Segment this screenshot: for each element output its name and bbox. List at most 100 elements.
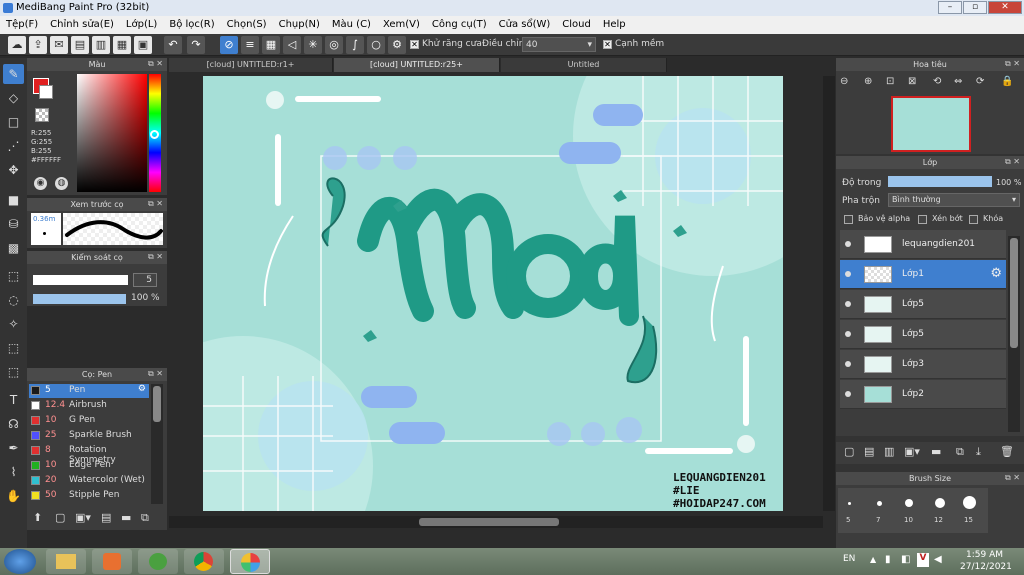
clock-date[interactable]: 27/12/2021 <box>960 562 1012 572</box>
eyedropper-icon[interactable]: ✒ <box>3 438 24 458</box>
eye-icon[interactable] <box>845 241 851 247</box>
menu-view[interactable]: Xem(V) <box>377 16 426 30</box>
flip-icon[interactable]: ⇔ <box>954 76 962 87</box>
chrome-task[interactable] <box>184 549 224 574</box>
vanish-snap-icon[interactable]: ◁ <box>283 36 301 54</box>
lock-checkbox[interactable] <box>969 215 978 224</box>
curve-snap-icon[interactable]: ∫ <box>346 36 364 54</box>
layout-icon[interactable]: ▣ <box>134 36 152 54</box>
start-button[interactable] <box>4 549 36 574</box>
eye-icon[interactable] <box>845 361 851 367</box>
tray-volume-icon[interactable]: ◀ <box>934 554 942 565</box>
drawing-canvas[interactable]: LEQUANGDIEN201 #LIE #HOIDAP247.COM <box>203 76 783 511</box>
tab-cloud-r25[interactable]: [cloud] UNTITLED:r25+ <box>334 58 500 72</box>
antialias-checkbox[interactable]: ✕ <box>410 40 419 49</box>
close-button[interactable]: ✕ <box>988 1 1022 14</box>
brush-item-pen[interactable]: 5 Pen ⚙ <box>29 384 149 398</box>
rotate-left-icon[interactable]: ⟲ <box>933 76 941 87</box>
menu-window[interactable]: Cửa sổ(W) <box>493 16 557 30</box>
brush-item-edge[interactable]: 10 Edge Pen <box>29 459 149 473</box>
palette-icon[interactable]: ◉ <box>34 177 47 190</box>
brush-item-sparkle[interactable]: 25 Sparkle Brush <box>29 429 149 443</box>
brush-copy-icon[interactable]: ▤ <box>101 511 111 524</box>
actual-size-icon[interactable]: ⊠ <box>908 76 916 87</box>
background-color[interactable] <box>39 85 53 99</box>
adjust-select[interactable]: 40 ▾ <box>522 37 596 52</box>
color-wheel-icon[interactable]: ◍ <box>55 177 68 190</box>
maximize-button[interactable]: ▫ <box>963 1 987 14</box>
trash-icon[interactable]: 🗑 <box>1000 445 1014 458</box>
fit-icon[interactable]: ⊡ <box>886 76 894 87</box>
menu-help[interactable]: Help <box>597 16 632 30</box>
alpha-protect-checkbox[interactable] <box>844 215 853 224</box>
dot-tool-icon[interactable]: ⋰ <box>3 136 24 156</box>
select-pen-icon[interactable]: ⬚ <box>3 338 24 358</box>
brush-size-value[interactable]: 5 <box>133 273 157 287</box>
tray-network-icon[interactable]: ▮ <box>885 554 891 565</box>
select-tool-icon[interactable]: ⬚ <box>3 266 24 286</box>
layer-menu-icon[interactable]: ▣▾ <box>904 445 920 458</box>
tab-untitled[interactable]: Untitled <box>501 58 667 72</box>
undo-icon[interactable]: ↶ <box>164 36 182 54</box>
explorer-task[interactable] <box>46 549 86 574</box>
new-8bit-layer-icon[interactable]: ▥ <box>884 445 894 458</box>
document-icon[interactable]: ▥ <box>92 36 110 54</box>
panel-popout-icon[interactable]: ⧉ ✕ <box>148 252 163 262</box>
panel-popout-icon[interactable]: ⧉ ✕ <box>148 199 163 209</box>
menu-tools[interactable]: Công cụ(T) <box>426 16 493 30</box>
menu-edit[interactable]: Chỉnh sửa(E) <box>44 16 120 30</box>
zoom-out-icon[interactable]: ⊖ <box>840 76 848 87</box>
tray-app-icon[interactable]: ◧ <box>901 554 910 565</box>
navigator-thumbnail[interactable] <box>891 96 971 152</box>
eye-icon[interactable] <box>845 391 851 397</box>
brush-item-airbrush[interactable]: 12.4 Airbrush <box>29 399 149 413</box>
dropper-icon[interactable]: ⌇ <box>3 462 24 482</box>
eye-icon[interactable] <box>845 331 851 337</box>
gradient-tool-icon[interactable]: ▩ <box>3 238 24 258</box>
brush-settings-icon[interactable]: ⚙ <box>138 384 146 394</box>
brush-menu-icon[interactable]: ▣▾ <box>75 511 91 524</box>
layer-row[interactable]: lequangdien201 <box>840 230 1006 259</box>
new-brush-icon[interactable]: ▢ <box>55 511 65 524</box>
zoom-in-icon[interactable]: ⊕ <box>864 76 872 87</box>
magic-wand-icon[interactable]: ✧ <box>3 314 24 334</box>
brush-size-slider[interactable] <box>33 275 128 285</box>
menu-snap[interactable]: Chụp(N) <box>273 16 326 30</box>
transparent-color[interactable] <box>35 108 49 122</box>
menu-file[interactable]: Tệp(F) <box>0 16 44 30</box>
layer-row[interactable]: Lớp5 <box>840 290 1006 319</box>
menu-layer[interactable]: Lớp(L) <box>120 16 163 30</box>
new-halftone-layer-icon[interactable]: ▤ <box>864 445 874 458</box>
duplicate-icon[interactable]: ⧉ <box>141 511 149 525</box>
menu-cloud[interactable]: Cloud <box>556 16 597 30</box>
panel-popout-icon[interactable]: ⧉ ✕ <box>148 369 163 379</box>
folder-icon[interactable]: ▬ <box>121 511 131 524</box>
redo-icon[interactable]: ↷ <box>187 36 205 54</box>
soft-edge-checkbox[interactable]: ✕ <box>603 40 612 49</box>
medibang-task[interactable] <box>230 549 270 574</box>
size-dot[interactable] <box>905 499 913 507</box>
brush-item-rotation[interactable]: 8 Rotation Symmetry <box>29 444 149 465</box>
select-eraser-icon[interactable]: ⬚ <box>3 362 24 382</box>
rotate-right-icon[interactable]: ⟳ <box>976 76 984 87</box>
size-dot[interactable] <box>848 502 851 505</box>
layer-settings-icon[interactable]: ⚙ <box>990 266 1002 281</box>
saturation-picker[interactable] <box>77 74 147 192</box>
eye-icon[interactable] <box>845 271 851 277</box>
layer-row[interactable]: Lớp2 <box>840 380 1006 409</box>
settings-icon[interactable]: ⚙ <box>388 36 406 54</box>
operation-tool-icon[interactable]: ☊ <box>3 414 24 434</box>
fill-rect-tool-icon[interactable]: ■ <box>3 190 24 210</box>
comment-icon[interactable]: ✉ <box>50 36 68 54</box>
text-tool-icon[interactable]: T <box>3 390 24 410</box>
clock-time[interactable]: 1:59 AM <box>966 550 1003 560</box>
brush-item-stipple[interactable]: 50 Stipple Pen <box>29 489 149 503</box>
menu-color[interactable]: Màu (C) <box>326 16 377 30</box>
media-player-task[interactable] <box>92 549 132 574</box>
size-dot[interactable] <box>963 496 976 509</box>
layer-row[interactable]: Lớp3 <box>840 350 1006 379</box>
share-icon[interactable]: ⇪ <box>29 36 47 54</box>
layer-row-selected[interactable]: Lớp1 ⚙ <box>840 260 1006 289</box>
minimize-button[interactable]: – <box>938 1 962 14</box>
cloud-icon[interactable]: ☁ <box>8 36 26 54</box>
